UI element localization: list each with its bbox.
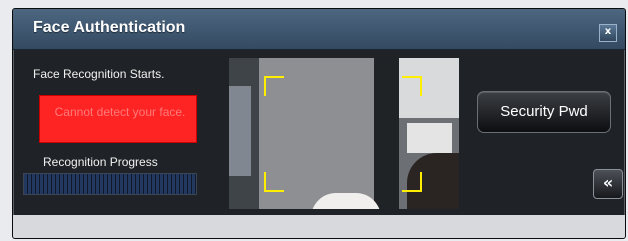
error-message-box: Cannot detect your face. [39, 95, 197, 143]
face-frame-corner-top-right [402, 76, 422, 96]
error-message: Cannot detect your face. [54, 105, 186, 119]
progress-fill [24, 174, 196, 194]
status-message: Face Recognition Starts. [33, 67, 165, 81]
close-button[interactable]: x [599, 24, 617, 42]
window-title: Face Authentication [33, 19, 186, 36]
camera-door [374, 58, 399, 209]
face-frame-corner-bottom-left [264, 172, 284, 192]
bottom-strip [13, 215, 625, 238]
camera-cabinet [229, 86, 251, 176]
face-frame-corner-top-left [264, 76, 284, 96]
face-auth-window: Face Authentication x Face Recognition S… [12, 8, 626, 239]
progress-label: Recognition Progress [43, 155, 158, 169]
recognition-progress-bar [23, 173, 197, 195]
camera-preview [229, 58, 459, 209]
security-pwd-button[interactable]: Security Pwd [477, 91, 611, 133]
double-chevron-left-icon: « [602, 173, 614, 192]
face-frame-corner-bottom-right [402, 172, 422, 192]
title-bar: Face Authentication x [13, 9, 625, 50]
camera-shelf [407, 123, 452, 153]
collapse-button[interactable]: « [593, 169, 623, 199]
